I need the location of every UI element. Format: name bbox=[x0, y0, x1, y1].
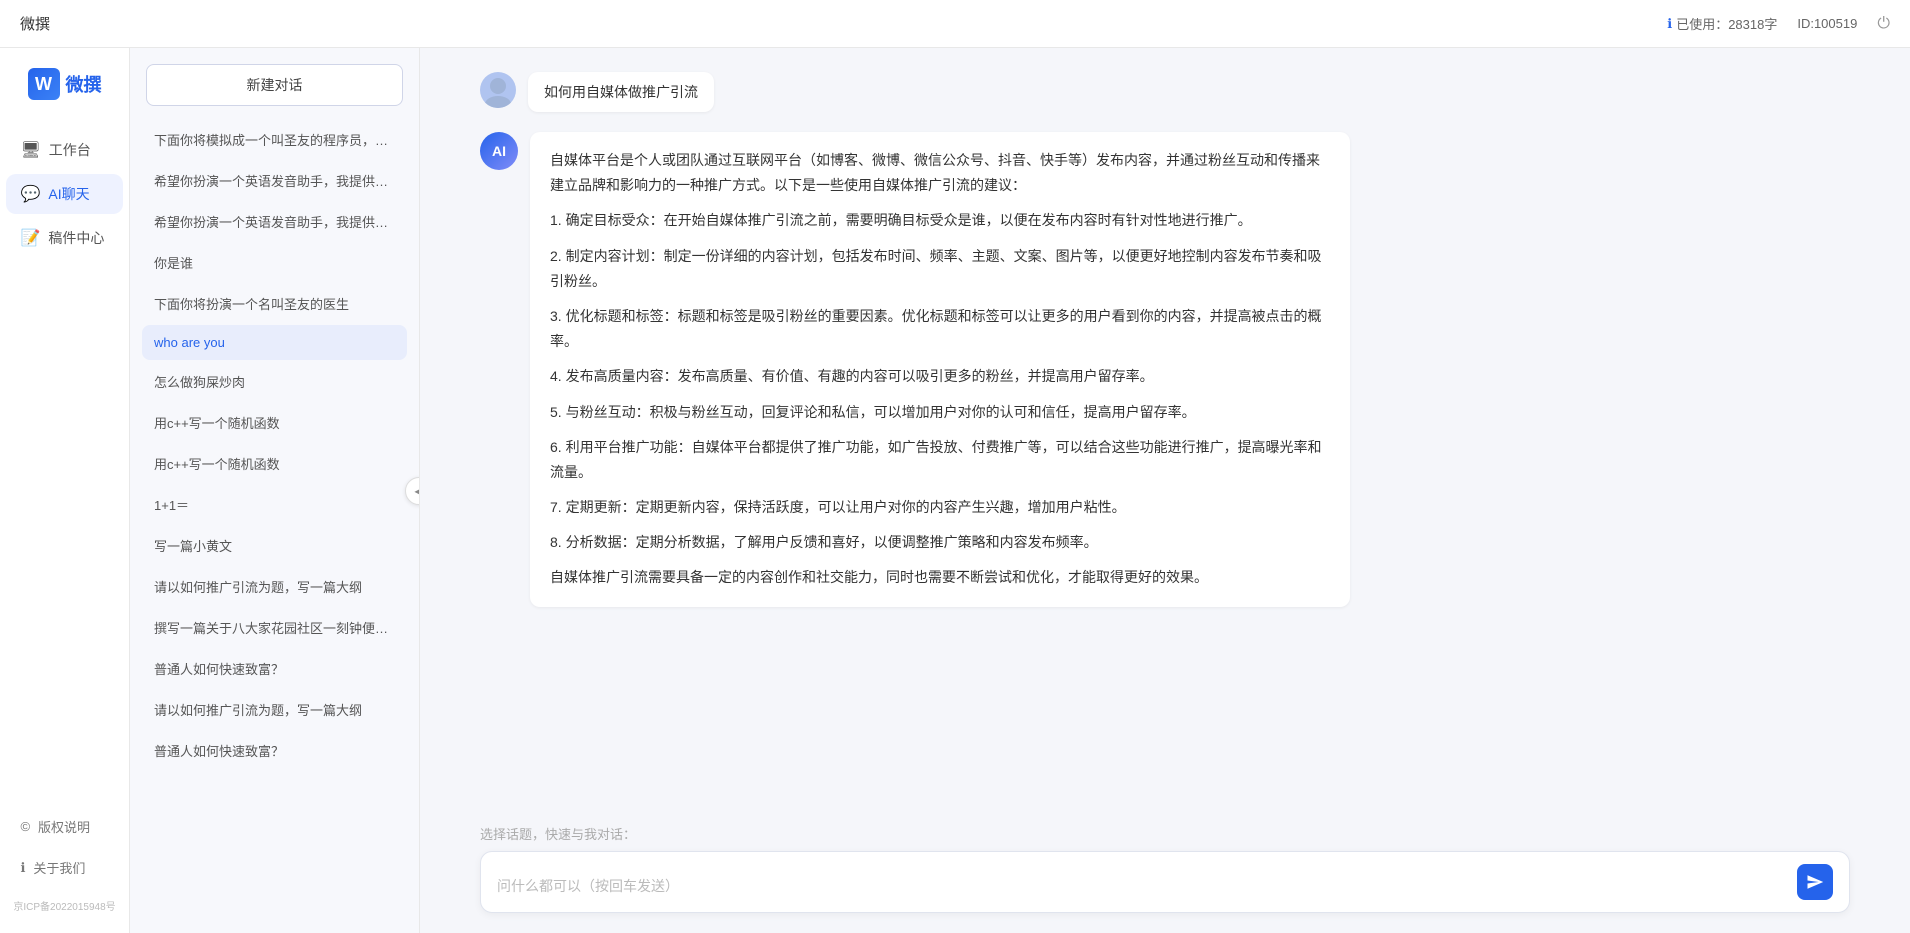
topbar: 微撰 ℹ 已使用：28318字 ID:100519 ⏻ bbox=[0, 0, 1910, 48]
list-item[interactable]: 1+1＝ bbox=[142, 485, 407, 524]
list-item[interactable]: 写一篇小黄文 bbox=[142, 526, 407, 565]
ai-paragraph: 4. 发布高质量内容：发布高质量、有价值、有趣的内容可以吸引更多的粉丝，并提高用… bbox=[550, 364, 1330, 389]
power-icon[interactable]: ⏻ bbox=[1877, 15, 1890, 33]
sidebar-item-drafts[interactable]: 📝 稿件中心 bbox=[6, 218, 122, 258]
sidebar: 新建对话 下面你将模拟成一个叫圣友的程序员，我说...希望你扮演一个英语发音助手… bbox=[130, 48, 420, 933]
list-item[interactable]: 希望你扮演一个英语发音助手，我提供给你... bbox=[142, 202, 407, 241]
ai-paragraph: 2. 制定内容计划：制定一份详细的内容计划，包括发布时间、频率、主题、文案、图片… bbox=[550, 244, 1330, 294]
send-button[interactable] bbox=[1797, 864, 1833, 900]
list-item[interactable]: 用c++写一个随机函数 bbox=[142, 444, 407, 483]
nav-label-about: 关于我们 bbox=[33, 858, 85, 877]
chat-messages: 如何用自媒体做推广引流 AI 自媒体平台是个人或团队通过互联网平台（如博客、微博… bbox=[420, 48, 1910, 816]
nav-about[interactable]: ℹ 关于我们 bbox=[6, 849, 122, 886]
main-layout: W 微撰 🖥 工作台 💬 AI聊天 📝 稿件中心 © 版权说明 ℹ bbox=[0, 48, 1910, 933]
usage-info: ℹ 已使用：28318字 bbox=[1667, 14, 1777, 33]
sidebar-item-aichat[interactable]: 💬 AI聊天 bbox=[6, 174, 122, 214]
user-message: 如何用自媒体做推广引流 bbox=[480, 72, 1850, 112]
list-item[interactable]: who are you bbox=[142, 325, 407, 360]
info-icon: ℹ bbox=[1667, 16, 1672, 32]
list-item[interactable]: 怎么做狗屎炒肉 bbox=[142, 362, 407, 401]
avatar-icon bbox=[480, 72, 516, 108]
icp-text: 京ICP备2022015948号 bbox=[7, 898, 121, 913]
list-item[interactable]: 下面你将模拟成一个叫圣友的程序员，我说... bbox=[142, 120, 407, 159]
ai-paragraph: 7. 定期更新：定期更新内容，保持活跃度，可以让用户对你的内容产生兴趣，增加用户… bbox=[550, 495, 1330, 520]
ai-paragraph: 自媒体推广引流需要具备一定的内容创作和社交能力，同时也需要不断尝试和优化，才能取… bbox=[550, 565, 1330, 590]
drafts-icon: 📝 bbox=[20, 228, 40, 248]
logo-text: 微撰 bbox=[66, 71, 102, 97]
list-item[interactable]: 希望你扮演一个英语发音助手，我提供给你... bbox=[142, 161, 407, 200]
ai-paragraph: 自媒体平台是个人或团队通过互联网平台（如博客、微博、微信公众号、抖音、快手等）发… bbox=[550, 148, 1330, 198]
new-chat-button[interactable]: 新建对话 bbox=[146, 64, 403, 106]
chat-area: 如何用自媒体做推广引流 AI 自媒体平台是个人或团队通过互联网平台（如博客、微博… bbox=[420, 48, 1910, 933]
nav-label-copyright: 版权说明 bbox=[38, 817, 90, 836]
sidebar-list: 下面你将模拟成一个叫圣友的程序员，我说...希望你扮演一个英语发音助手，我提供给… bbox=[130, 116, 419, 933]
ai-paragraph: 8. 分析数据：定期分析数据，了解用户反馈和喜好，以便调整推广策略和内容发布频率… bbox=[550, 530, 1330, 555]
aichat-icon: 💬 bbox=[20, 184, 40, 204]
user-bubble: 如何用自媒体做推广引流 bbox=[528, 72, 714, 112]
left-nav: W 微撰 🖥 工作台 💬 AI聊天 📝 稿件中心 © 版权说明 ℹ bbox=[0, 48, 130, 933]
ai-paragraph: 6. 利用平台推广功能：自媒体平台都提供了推广功能，如广告投放、付费推广等，可以… bbox=[550, 435, 1330, 485]
id-label: ID:100519 bbox=[1797, 16, 1857, 31]
ai-paragraph: 5. 与粉丝互动：积极与粉丝互动，回复评论和私信，可以增加用户对你的认可和信任，… bbox=[550, 400, 1330, 425]
input-area: 选择话题，快速与我对话： bbox=[420, 816, 1910, 933]
user-avatar bbox=[480, 72, 516, 108]
topbar-right: ℹ 已使用：28318字 ID:100519 ⏻ bbox=[1667, 14, 1890, 33]
ai-message: AI 自媒体平台是个人或团队通过互联网平台（如博客、微博、微信公众号、抖音、快手… bbox=[480, 132, 1850, 607]
nav-copyright[interactable]: © 版权说明 bbox=[6, 808, 122, 845]
nav-label-aichat: AI聊天 bbox=[48, 184, 89, 204]
chat-input[interactable] bbox=[497, 876, 1787, 900]
logo-icon: W bbox=[28, 68, 60, 100]
workbench-icon: 🖥 bbox=[20, 140, 40, 160]
nav-items: 🖥 工作台 💬 AI聊天 📝 稿件中心 bbox=[0, 130, 129, 258]
nav-label-workbench: 工作台 bbox=[49, 140, 91, 160]
copyright-icon: © bbox=[20, 819, 30, 834]
ai-content: 自媒体平台是个人或团队通过互联网平台（如博客、微博、微信公众号、抖音、快手等）发… bbox=[530, 132, 1350, 607]
list-item[interactable]: 下面你将扮演一个名叫圣友的医生 bbox=[142, 284, 407, 323]
nav-label-drafts: 稿件中心 bbox=[48, 228, 104, 248]
sidebar-item-workbench[interactable]: 🖥 工作台 bbox=[6, 130, 122, 170]
input-box bbox=[480, 851, 1850, 913]
list-item[interactable]: 撰写一篇关于八大家花园社区一刻钟便民生... bbox=[142, 608, 407, 647]
nav-bottom: © 版权说明 ℹ 关于我们 京ICP备2022015948号 bbox=[0, 808, 129, 913]
logo-area: W 微撰 bbox=[28, 68, 102, 100]
list-item[interactable]: 普通人如何快速致富？ bbox=[142, 649, 407, 688]
list-item[interactable]: 普通人如何快速致富？ bbox=[142, 731, 407, 770]
list-item[interactable]: 用c++写一个随机函数 bbox=[142, 403, 407, 442]
quick-prompts-label: 选择话题，快速与我对话： bbox=[480, 824, 1850, 843]
usage-text: 已使用：28318字 bbox=[1676, 14, 1777, 33]
ai-paragraph: 1. 确定目标受众：在开始自媒体推广引流之前，需要明确目标受众是谁，以便在发布内… bbox=[550, 208, 1330, 233]
ai-paragraph: 3. 优化标题和标签：标题和标签是吸引粉丝的重要因素。优化标题和标签可以让更多的… bbox=[550, 304, 1330, 354]
send-icon bbox=[1806, 873, 1824, 891]
ai-avatar: AI bbox=[480, 132, 518, 170]
list-item[interactable]: 请以如何推广引流为题，写一篇大纲 bbox=[142, 690, 407, 729]
list-item[interactable]: 你是谁 bbox=[142, 243, 407, 282]
topbar-title: 微撰 bbox=[20, 13, 50, 34]
list-item[interactable]: 请以如何推广引流为题，写一篇大纲 bbox=[142, 567, 407, 606]
about-icon: ℹ bbox=[20, 860, 25, 876]
